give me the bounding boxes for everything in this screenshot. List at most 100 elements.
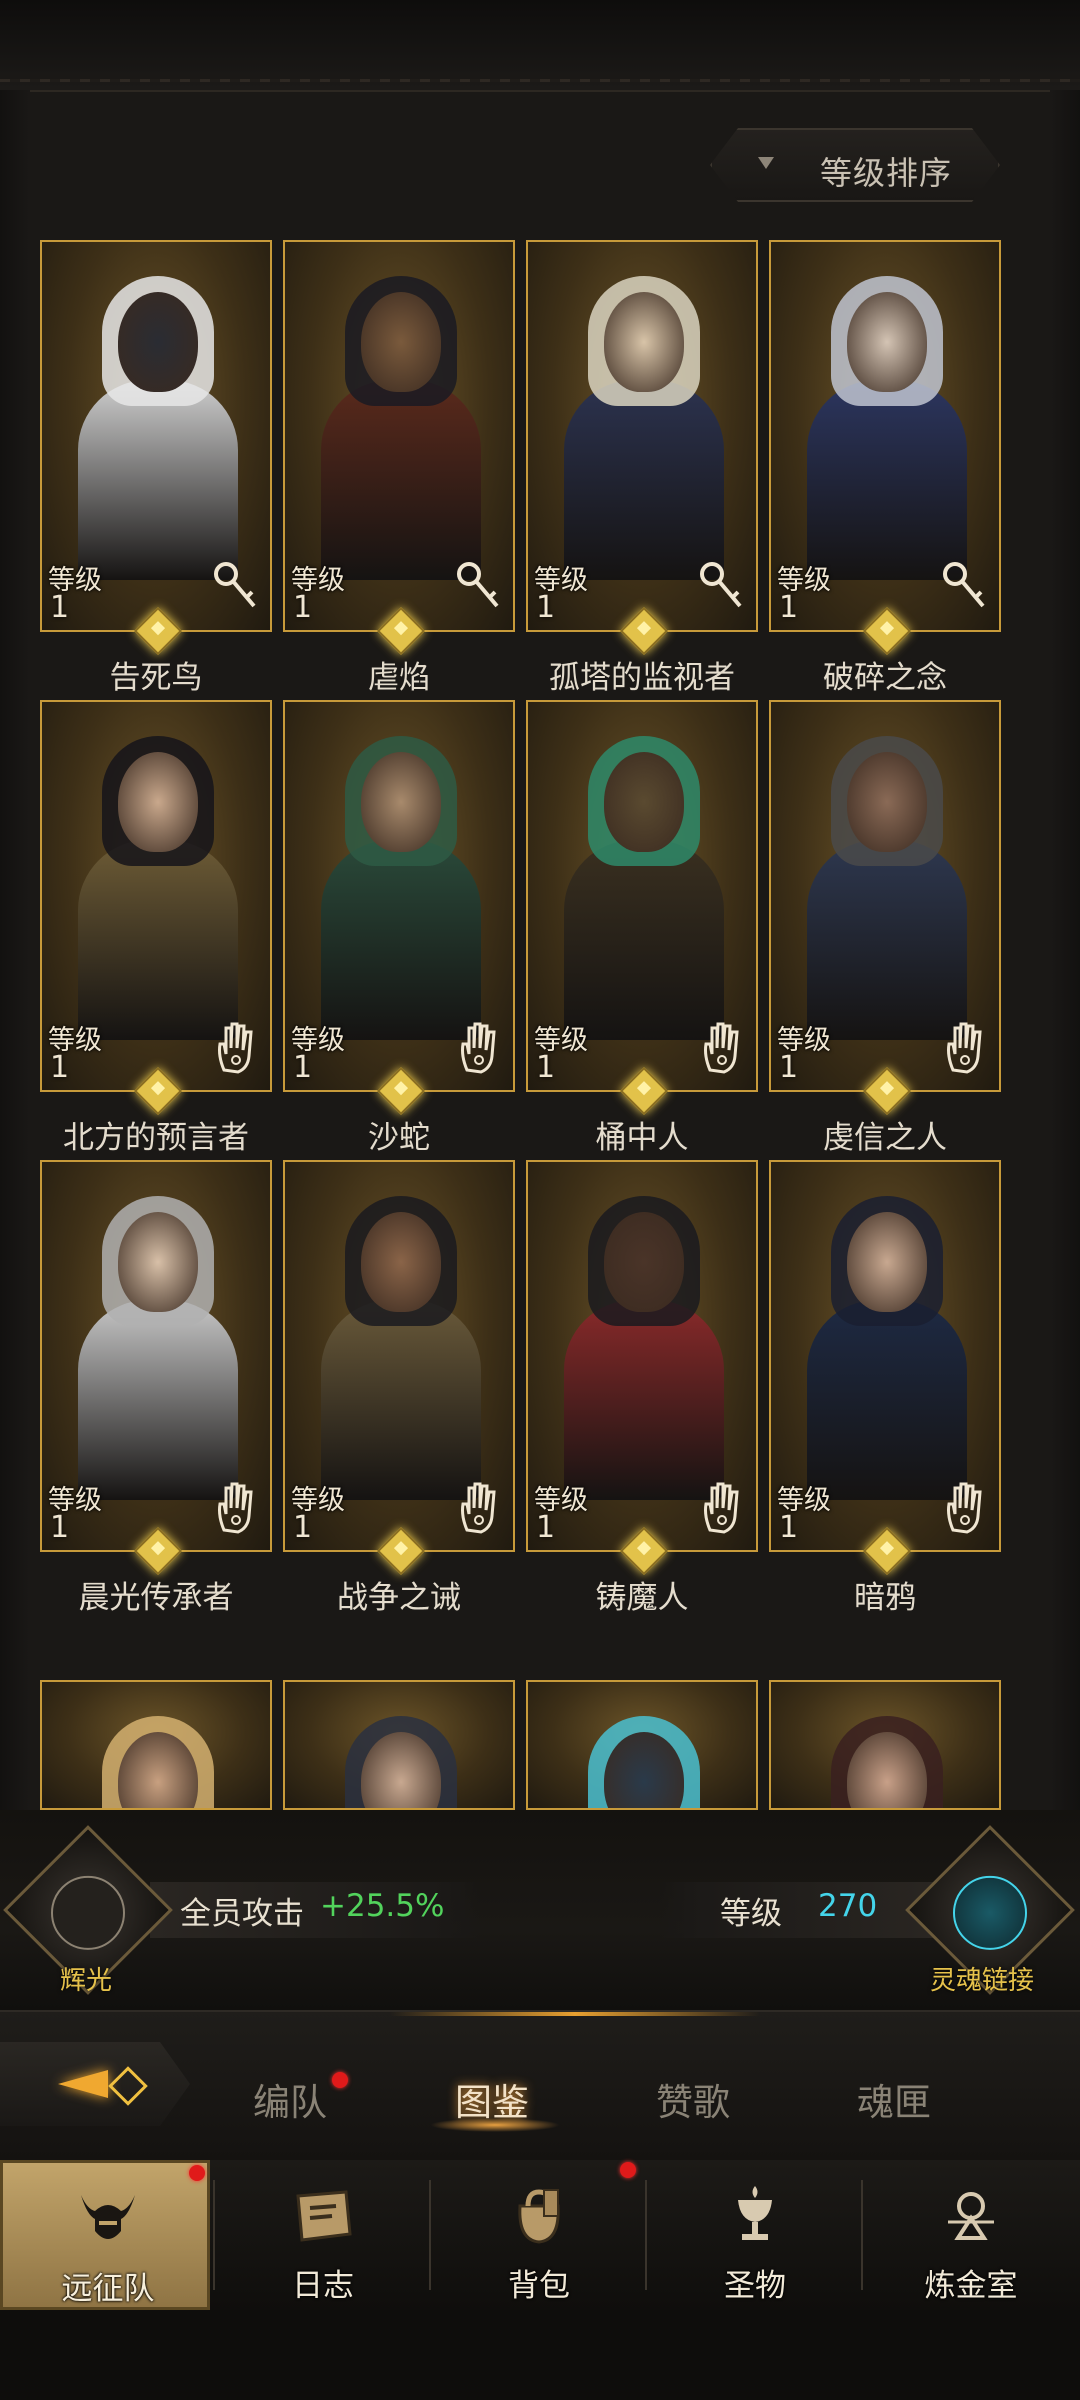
hero-portrait — [315, 1712, 487, 1808]
nav-item[interactable]: 远征队 — [0, 2160, 210, 2310]
hero-card-frame: 等级 1 — [769, 700, 1001, 1092]
nav-label: 圣物 — [724, 2268, 786, 2304]
hero-level: 1 — [779, 1050, 799, 1085]
hero-level: 1 — [293, 1050, 313, 1085]
tab-soul-box[interactable]: 魂匣 — [857, 2072, 931, 2126]
hero-portrait — [315, 272, 487, 580]
hero-card-frame: 等级 1 — [526, 240, 758, 632]
nav-separator — [429, 2180, 431, 2290]
hero-card[interactable]: 等级 1 孤塔的监视者 — [526, 240, 758, 710]
hero-card-partial[interactable] — [40, 1680, 272, 1810]
hero-card-frame: 等级 1 — [40, 700, 272, 1092]
hero-card[interactable]: 等级 1 铸魔人 — [526, 1160, 758, 1630]
viking-helmet-icon — [73, 2185, 143, 2255]
nav-item[interactable]: 圣物 — [650, 2160, 860, 2310]
hero-codex-grid: 等级 1 告死鸟 等级 1 虐焰 等级 1 孤塔的监视者 等级 1 破碎之念等级 1 北方的预言者 等级 1 沙… — [0, 240, 1080, 1810]
hero-card[interactable]: 等级 1 桶中人 — [526, 700, 758, 1170]
nav-item[interactable]: 炼金室 — [866, 2160, 1076, 2310]
hero-level: 1 — [293, 590, 313, 625]
hero-level: 1 — [50, 1510, 70, 1545]
stats-panel: 辉光 全员攻击 +25.5% 等级 270 灵魂链接 — [0, 1810, 1080, 2010]
hero-card-frame — [526, 1680, 758, 1810]
hero-card-frame: 等级 1 — [769, 1160, 1001, 1552]
hero-portrait — [72, 1192, 244, 1500]
attack-value: +25.5% — [320, 1888, 445, 1924]
bottom-nav: 远征队 日志 背包 圣物 炼金室 — [0, 2160, 1080, 2310]
hero-card[interactable]: 等级 1 战争之诫 — [283, 1160, 515, 1630]
hero-portrait — [801, 272, 973, 580]
nav-item[interactable]: 背包 — [434, 2160, 644, 2310]
diamond-icon — [108, 2066, 148, 2106]
hand-icon — [698, 1020, 746, 1076]
nav-label: 炼金室 — [924, 2268, 1018, 2304]
nav-item[interactable]: 日志 — [218, 2160, 428, 2310]
active-tab-glow — [430, 2118, 560, 2132]
hero-card-partial[interactable] — [283, 1680, 515, 1810]
hero-card[interactable]: 等级 1 晨光传承者 — [40, 1160, 272, 1630]
nav-separator — [213, 2180, 215, 2290]
hero-card[interactable]: 等级 1 虐焰 — [283, 240, 515, 710]
hand-icon — [455, 1020, 503, 1076]
alchemy-icon — [936, 2182, 1006, 2252]
hero-level: 1 — [536, 590, 556, 625]
hero-card-frame: 等级 1 — [283, 240, 515, 632]
nav-label: 背包 — [508, 2268, 570, 2304]
hero-level: 1 — [779, 590, 799, 625]
key-icon — [455, 560, 503, 616]
hero-portrait — [558, 1712, 730, 1808]
hero-level: 1 — [536, 1050, 556, 1085]
hero-portrait — [558, 272, 730, 580]
nav-separator — [645, 2180, 647, 2290]
soul-link-label: 灵魂链接 — [930, 1966, 1035, 1996]
tab-hymn[interactable]: 赞歌 — [656, 2072, 730, 2126]
hero-portrait — [801, 1192, 973, 1500]
hero-card-partial[interactable] — [769, 1680, 1001, 1810]
notification-dot — [189, 2165, 205, 2181]
total-level-label: 等级 — [720, 1896, 782, 1932]
hero-level: 1 — [536, 1510, 556, 1545]
hero-card[interactable]: 等级 1 暗鸦 — [769, 1160, 1001, 1630]
top-frame — [0, 0, 1080, 92]
hero-portrait — [72, 1712, 244, 1808]
hero-card-frame — [769, 1680, 1001, 1810]
hero-card-partial[interactable] — [526, 1680, 758, 1810]
hero-name: 暗鸦 — [854, 1580, 916, 1616]
tab-formation[interactable]: 编队 — [253, 2072, 327, 2126]
hand-icon — [212, 1480, 260, 1536]
hero-card-frame: 等级 1 — [40, 1160, 272, 1552]
bag-icon — [504, 2182, 574, 2252]
level-bar — [660, 1882, 940, 1938]
hero-card[interactable]: 等级 1 北方的预言者 — [40, 700, 272, 1170]
hand-icon — [698, 1480, 746, 1536]
hero-card[interactable]: 等级 1 破碎之念 — [769, 240, 1001, 710]
total-level-value: 270 — [818, 1888, 878, 1924]
hand-icon — [941, 1480, 989, 1536]
hero-card-frame — [283, 1680, 515, 1810]
sort-by-level-button[interactable]: 等级排序 — [710, 128, 1000, 202]
sort-label: 等级排序 — [820, 154, 953, 192]
key-icon — [941, 560, 989, 616]
hero-card[interactable]: 等级 1 沙蛇 — [283, 700, 515, 1170]
hero-card-frame: 等级 1 — [526, 1160, 758, 1552]
hand-icon — [212, 1020, 260, 1076]
chalice-icon — [720, 2182, 790, 2252]
hero-portrait — [72, 272, 244, 580]
hero-portrait — [315, 1192, 487, 1500]
sub-tab-bar: 编队 图鉴 赞歌 魂匣 — [0, 2010, 1080, 2162]
hero-card-frame — [40, 1680, 272, 1810]
hero-card[interactable]: 等级 1 虔信之人 — [769, 700, 1001, 1170]
scroll-icon — [288, 2182, 358, 2252]
radiance-label: 辉光 — [60, 1966, 113, 1996]
notification-dot — [620, 2162, 636, 2178]
key-icon — [698, 560, 746, 616]
hero-card[interactable]: 等级 1 告死鸟 — [40, 240, 272, 710]
back-button[interactable] — [0, 2042, 190, 2126]
hero-level: 1 — [293, 1510, 313, 1545]
nav-separator — [861, 2180, 863, 2290]
hero-card-frame: 等级 1 — [769, 240, 1001, 632]
hero-card-frame: 等级 1 — [526, 700, 758, 1092]
hero-card-frame: 等级 1 — [283, 700, 515, 1092]
hero-portrait — [72, 732, 244, 1040]
chain-link-icon — [937, 1860, 1043, 1966]
hero-card-frame: 等级 1 — [40, 240, 272, 632]
